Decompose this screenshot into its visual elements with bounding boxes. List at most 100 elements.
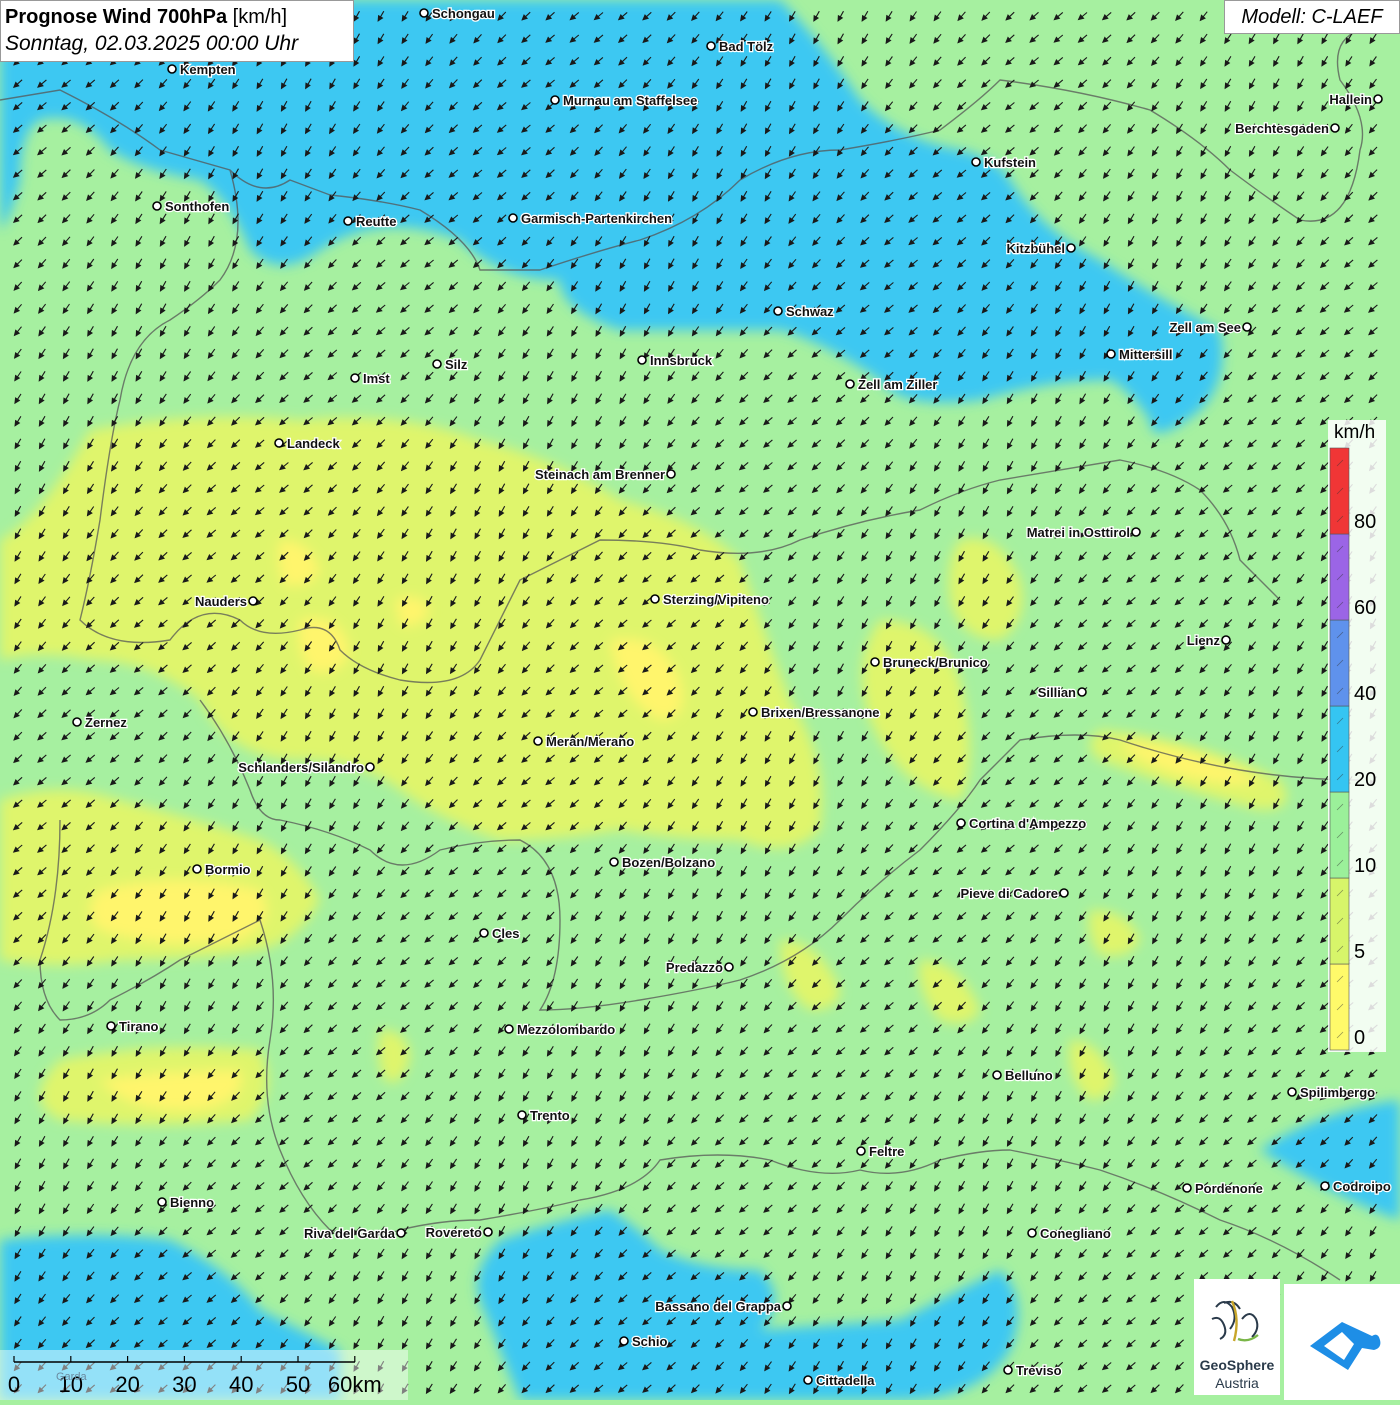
city-zell-am-see: Zell am See — [1169, 320, 1251, 335]
city-marker-icon — [153, 202, 161, 210]
geosphere-emblem-icon — [1194, 1279, 1280, 1359]
city-label: Meran/Merano — [546, 734, 634, 749]
city-riva-del-garda: Riva del Garda — [304, 1226, 405, 1241]
city-label: Schongau — [432, 6, 495, 21]
city-marker-icon — [366, 763, 374, 771]
legend-label: 5 — [1354, 941, 1365, 963]
city-marker-icon — [749, 708, 757, 716]
city-murnau-am-staffelsee: Murnau am Staffelsee — [551, 93, 697, 108]
weather-app-logo — [1284, 1284, 1400, 1400]
city-label: Silz — [445, 357, 468, 372]
scale-tick-label: 50 — [286, 1372, 310, 1397]
city-cortina-d-ampezzo: Cortina d'Ampezzo — [957, 816, 1086, 831]
city-label: Trento — [530, 1108, 570, 1123]
city-predazzo: Predazzo — [666, 960, 733, 975]
city-marker-icon — [1067, 244, 1075, 252]
city-marker-icon — [534, 737, 542, 745]
city-marker-icon — [774, 307, 782, 315]
city-berchtesgaden: Berchtesgaden — [1235, 121, 1339, 136]
city-marker-icon — [1078, 688, 1086, 696]
city-schongau: Schongau — [420, 6, 495, 21]
city-label: Kufstein — [984, 155, 1036, 170]
city-label: Steinach am Brenner — [535, 467, 665, 482]
city-garmisch-partenkirchen: Garmisch-Partenkirchen — [509, 211, 672, 226]
city-marker-icon — [857, 1147, 865, 1155]
city-marker-icon — [1132, 528, 1140, 536]
city-label: Schio — [632, 1334, 667, 1349]
city-label: Bienno — [170, 1195, 214, 1210]
city-label: Bormio — [205, 862, 251, 877]
city-marker-icon — [193, 865, 201, 873]
city-marker-icon — [420, 9, 428, 17]
scale-tick-label: 40 — [229, 1372, 253, 1397]
geosphere-country: Austria — [1194, 1375, 1280, 1391]
city-marker-icon — [1331, 124, 1339, 132]
city-marker-icon — [168, 65, 176, 73]
city-marker-icon — [480, 929, 488, 937]
city-pordenone: Pordenone — [1183, 1181, 1263, 1196]
map-title-box: Prognose Wind 700hPa [km/h] Sonntag, 02.… — [0, 0, 354, 62]
city-marker-icon — [158, 1198, 166, 1206]
city-label: Feltre — [869, 1144, 904, 1159]
scale-tick-label: 30 — [172, 1372, 196, 1397]
city-label: Belluno — [1005, 1068, 1053, 1083]
city-marker-icon — [518, 1111, 526, 1119]
geosphere-austria-logo: GeoSphere Austria — [1194, 1279, 1280, 1395]
wind-map: SchongauBad TölzKemptenMurnau am Staffel… — [0, 0, 1400, 1400]
city-label: Predazzo — [666, 960, 723, 975]
city-sterzing-vipiteno: Sterzing/Vipiteno — [651, 592, 769, 607]
legend-color-bar: 051020406080 — [1328, 420, 1386, 1052]
color-legend: km/h 051020406080 — [1328, 420, 1386, 1052]
city-label: Bozen/Bolzano — [622, 855, 715, 870]
city-label: Lienz — [1187, 633, 1221, 648]
city-marker-icon — [1243, 323, 1251, 331]
legend-label: 60 — [1354, 597, 1376, 619]
city-marker-icon — [1222, 636, 1230, 644]
city-marker-icon — [107, 1022, 115, 1030]
city-label: Imst — [363, 371, 390, 386]
city-label: Hallein — [1329, 92, 1372, 107]
city-marker-icon — [1183, 1184, 1191, 1192]
city-marker-icon — [249, 597, 257, 605]
city-marker-icon — [871, 658, 879, 666]
city-label: Brixen/Bressanone — [761, 705, 880, 720]
city-marker-icon — [725, 963, 733, 971]
city-label: Codroipo — [1333, 1179, 1391, 1194]
city-marker-icon — [509, 214, 517, 222]
city-label: Bad Tölz — [719, 39, 774, 54]
city-marker-icon — [783, 1302, 791, 1310]
city-marker-icon — [484, 1228, 492, 1236]
city-label: Bassano del Grappa — [655, 1299, 781, 1314]
city-steinach-am-brenner: Steinach am Brenner — [535, 467, 675, 482]
city-marker-icon — [651, 595, 659, 603]
map-title: Prognose Wind 700hPa — [5, 6, 227, 28]
city-label: Treviso — [1016, 1363, 1062, 1378]
city-label: Kitzbühel — [1007, 241, 1066, 256]
city-marker-icon — [846, 380, 854, 388]
city-label: Cortina d'Ampezzo — [969, 816, 1086, 831]
city-marker-icon — [972, 158, 980, 166]
map-title-unit: [km/h] — [233, 6, 287, 28]
city-label: Zernez — [85, 715, 127, 730]
city-label: Riva del Garda — [304, 1226, 396, 1241]
city-bruneck-brunico: Bruneck/Brunico — [871, 655, 988, 670]
city-zell-am-ziller: Zell am Ziller — [846, 377, 937, 392]
city-label: Bruneck/Brunico — [883, 655, 988, 670]
city-label: Pieve di Cadore — [960, 886, 1058, 901]
city-marker-icon — [351, 374, 359, 382]
city-conegliano: Conegliano — [1028, 1226, 1111, 1241]
city-marker-icon — [73, 718, 81, 726]
city-label: Conegliano — [1040, 1226, 1111, 1241]
city-marker-icon — [1374, 95, 1382, 103]
city-brixen-bressanone: Brixen/Bressanone — [749, 705, 880, 720]
city-pieve-di-cadore: Pieve di Cadore — [960, 886, 1068, 901]
city-label: Sterzing/Vipiteno — [663, 592, 769, 607]
city-meran-merano: Meran/Merano — [534, 734, 634, 749]
city-kitzb-hel: Kitzbühel — [1007, 241, 1076, 256]
city-marker-icon — [344, 217, 352, 225]
city-marker-icon — [620, 1337, 628, 1345]
legend-label: 10 — [1354, 855, 1376, 877]
city-label: Schlanders/Silandro — [238, 760, 364, 775]
city-label: Sillian — [1038, 685, 1076, 700]
city-marker-icon — [551, 96, 559, 104]
